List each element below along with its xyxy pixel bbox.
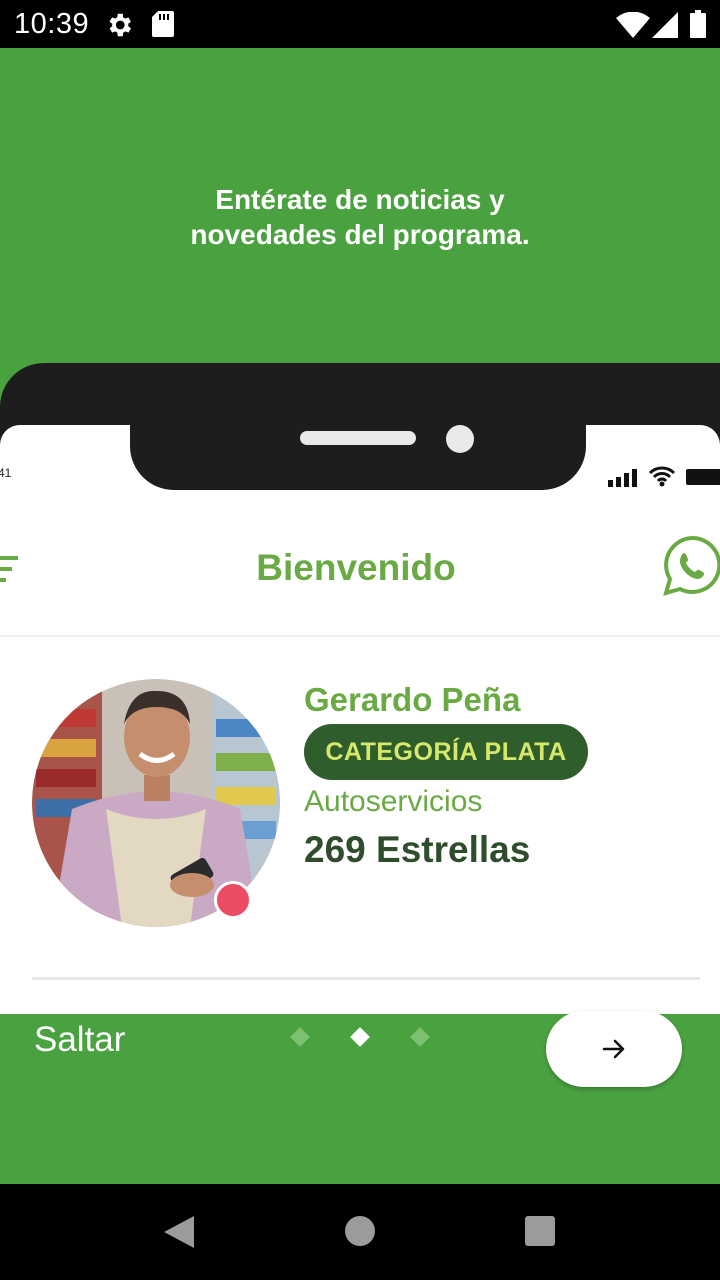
status-time: 10:39 (14, 8, 90, 40)
divider (32, 977, 700, 980)
user-segment: Autoservicios (304, 785, 483, 818)
headline-line-1: Entérate de noticias y (215, 184, 505, 215)
gear-icon (109, 13, 131, 37)
mockup-status-time: 41 (0, 466, 12, 480)
headline-line-2: novedades del programa. (190, 219, 530, 250)
signal-icon (652, 12, 678, 38)
mockup-signal-icon (608, 469, 637, 487)
skip-button[interactable]: Saltar (34, 1020, 125, 1060)
phone-speaker (300, 431, 416, 445)
home-circle-icon[interactable] (345, 1216, 375, 1246)
page-indicator-dot-3 (410, 1027, 430, 1047)
next-button[interactable] (546, 1011, 682, 1087)
page-indicator-dot-1 (290, 1027, 310, 1047)
status-bar: 10:39 (0, 0, 720, 48)
phone-camera (446, 425, 474, 453)
recents-square-icon[interactable] (525, 1216, 555, 1246)
mockup-battery-icon (686, 469, 720, 485)
sd-card-icon (152, 11, 174, 37)
page-indicator-dot-2 (350, 1027, 370, 1047)
back-triangle-icon[interactable] (162, 1214, 196, 1250)
whatsapp-icon (663, 535, 720, 596)
user-name: Gerardo Peña (304, 681, 521, 718)
app-title: Bienvenido (256, 547, 456, 588)
category-badge: CATEGORÍA PLATA (304, 724, 588, 780)
arrow-right-icon (602, 1039, 625, 1059)
phone-mockup: 41 Bienvenido Gerardo Peña CATEGORÍA PLA… (0, 363, 720, 1014)
wifi-icon (616, 12, 650, 38)
profile-badge (214, 881, 252, 919)
mockup-wifi-icon (648, 466, 676, 487)
user-stars: 269 Estrellas (304, 829, 531, 870)
battery-icon (690, 10, 706, 38)
phone-notch (130, 363, 586, 490)
onboarding-headline: Entérate de noticias y novedades del pro… (0, 182, 720, 252)
